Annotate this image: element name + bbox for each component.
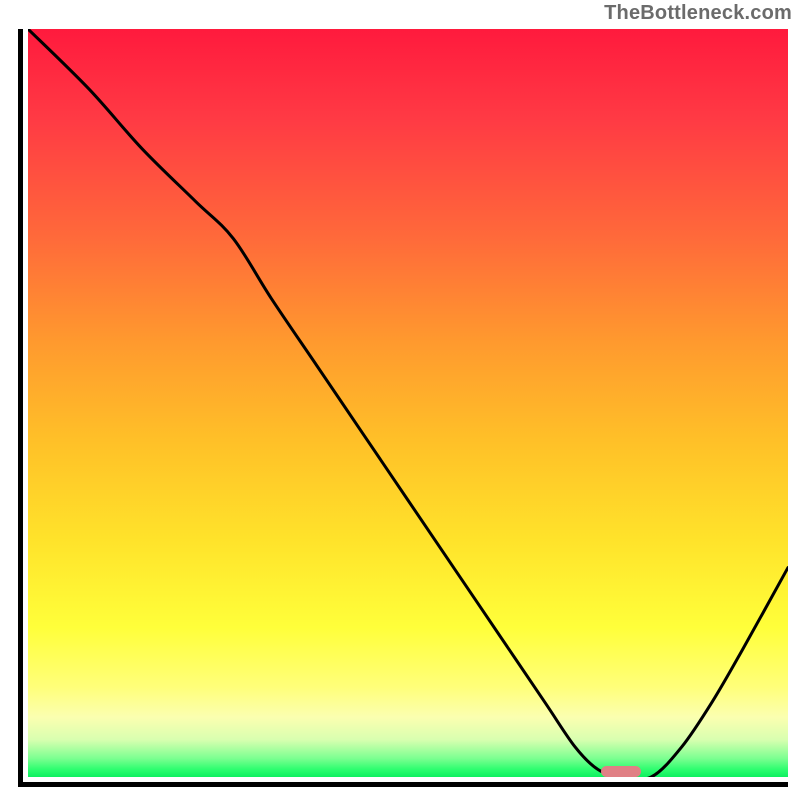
chart-axes [18,29,788,787]
bottleneck-curve [28,29,788,777]
plot-area [28,29,788,777]
watermark-text: TheBottleneck.com [604,2,792,25]
optimal-range-marker [601,766,641,777]
